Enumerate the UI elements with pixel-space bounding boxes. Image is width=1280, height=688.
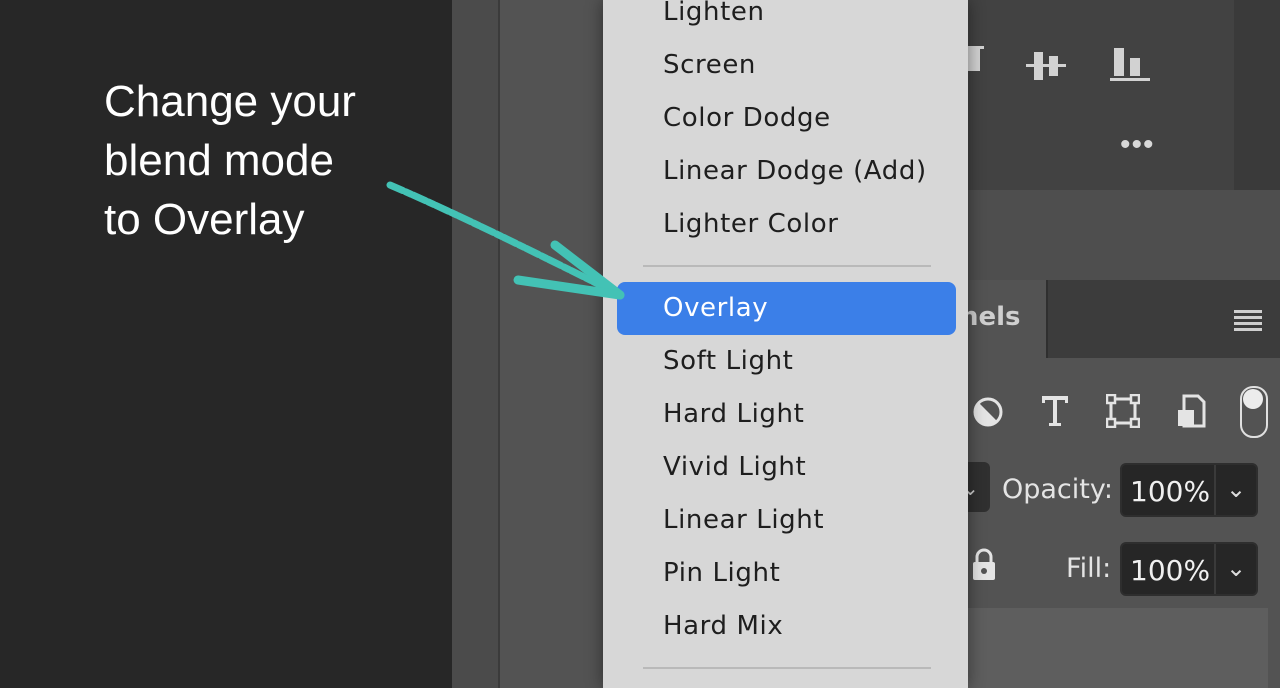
panel-menu-icon[interactable] [1234,310,1262,334]
blend-mode-menu: Lighten Screen Color Dodge Linear Dodge … [603,0,968,688]
panel-edge [1234,0,1280,205]
align-vertical-center-icon[interactable] [1026,48,1066,84]
menu-item-pin-light[interactable]: Pin Light [617,547,956,600]
tab-channels-label: nels [960,302,1021,332]
fill-label: Fill: [1066,553,1112,584]
menu-item-color-dodge[interactable]: Color Dodge [617,92,956,145]
lock-icon[interactable] [970,548,998,582]
menu-item-overlay[interactable]: Overlay [617,282,956,335]
menu-item-label: Hard Light [663,399,805,429]
workspace-strip [452,0,500,688]
menu-item-label: Color Dodge [663,103,831,133]
tab-channels[interactable]: nels [960,280,1048,358]
menu-item-label: Linear Dodge (Add) [663,156,927,186]
menu-item-lighter-color[interactable]: Lighter Color [617,198,956,251]
menu-item-label: Overlay [663,293,769,323]
menu-separator [643,667,931,669]
menu-item-hard-light[interactable]: Hard Light [617,388,956,441]
layers-panel-header: nels [960,280,1280,358]
menu-item-vivid-light[interactable]: Vivid Light [617,441,956,494]
layer-filter-bar [968,358,1280,458]
opacity-label: Opacity: [1002,474,1113,505]
menu-item-label: Pin Light [663,558,781,588]
menu-item-linear-light[interactable]: Linear Light [617,494,956,547]
filter-toggle-icon[interactable] [1240,386,1268,438]
opacity-field[interactable]: 100% ⌄ [1120,463,1258,517]
menu-item-label: Vivid Light [663,452,807,482]
smart-object-filter-icon[interactable] [1176,394,1206,428]
menu-item-screen[interactable]: Screen [617,39,956,92]
align-panel [964,0,1234,190]
fill-value: 100% [1130,554,1211,587]
type-filter-icon[interactable] [1040,394,1070,428]
menu-item-label: Hard Mix [663,611,784,641]
fill-field[interactable]: 100% ⌄ [1120,542,1258,596]
align-bottom-icon[interactable] [1110,44,1150,84]
layers-list[interactable] [968,608,1268,688]
arrow-icon [386,181,625,300]
menu-separator [643,265,931,267]
shape-filter-icon[interactable] [1106,394,1140,428]
opacity-value: 100% [1130,475,1211,508]
panel-gap [968,190,1280,280]
menu-item-label: Lighten [663,0,765,27]
annotation-line-1: Change your [104,77,356,126]
menu-item-label: Lighter Color [663,209,839,239]
menu-item-label: Linear Light [663,505,825,535]
layers-panel: ⌄ Opacity: 100% ⌄ Fill: 100% ⌄ [962,358,1280,688]
toggle-knob [1243,389,1263,409]
adjustment-filter-icon[interactable] [972,396,1004,428]
more-options-icon[interactable]: ••• [1120,130,1155,160]
chevron-down-icon[interactable]: ⌄ [1214,465,1256,515]
chevron-down-icon[interactable]: ⌄ [1214,544,1256,594]
menu-item-label: Screen [663,50,756,80]
menu-item-linear-dodge[interactable]: Linear Dodge (Add) [617,145,956,198]
menu-item-hard-mix[interactable]: Hard Mix [617,600,956,653]
menu-item-soft-light[interactable]: Soft Light [617,335,956,388]
menu-item-lighten[interactable]: Lighten [617,0,956,39]
menu-item-label: Soft Light [663,346,794,376]
